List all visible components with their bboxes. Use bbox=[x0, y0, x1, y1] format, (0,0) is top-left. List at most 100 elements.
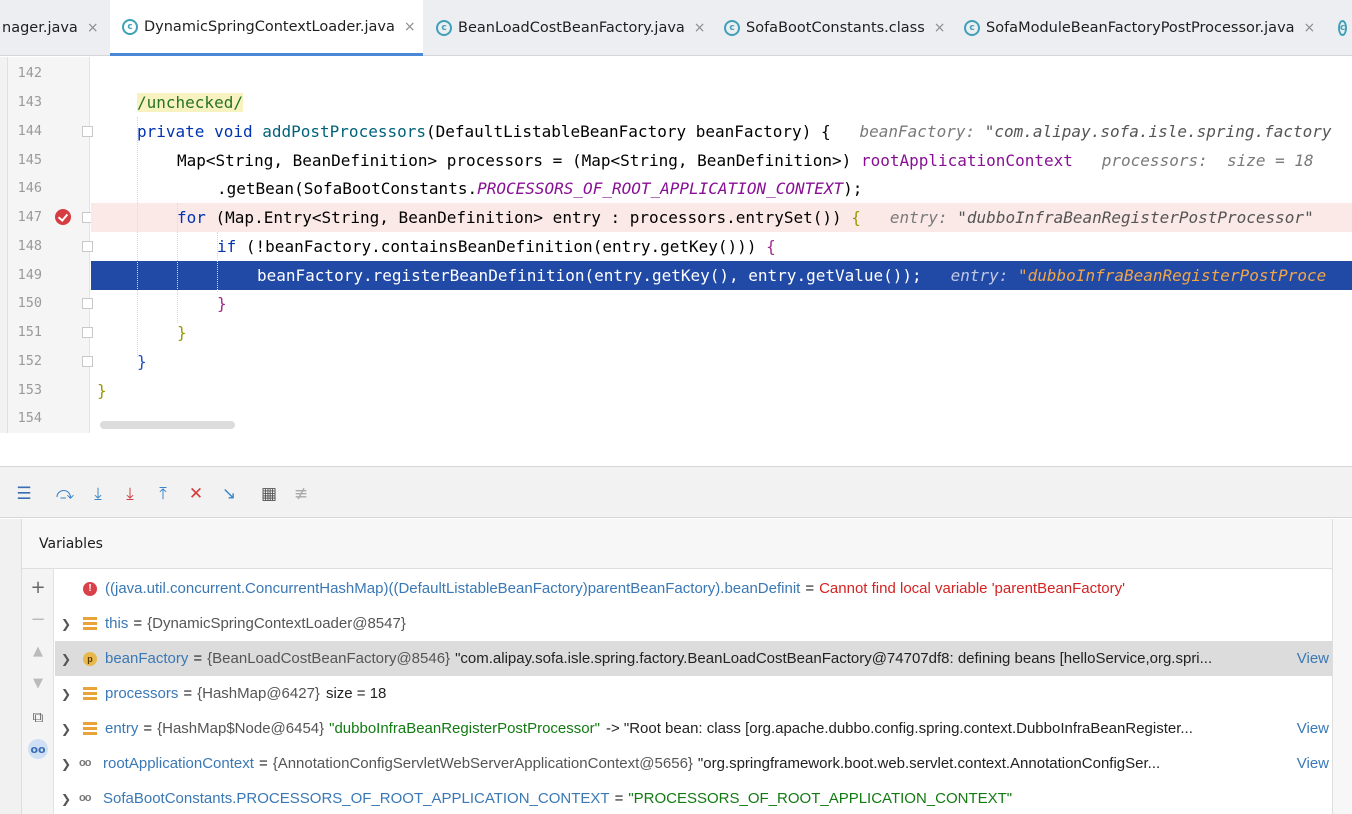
move-down-icon[interactable]: ▼ bbox=[28, 673, 48, 693]
drop-frame-icon[interactable]: ✕ bbox=[185, 483, 207, 505]
variable-type: {HashMap@6427} bbox=[197, 685, 320, 702]
code-editor[interactable]: 142 143 144 145 146 147 148 149 150 151 … bbox=[0, 57, 1352, 433]
chevron-right-icon[interactable]: ❯ bbox=[61, 617, 75, 631]
view-link[interactable]: View bbox=[1292, 755, 1329, 772]
trace-stream-icon[interactable]: ≢ bbox=[290, 483, 312, 505]
show-watches-icon[interactable]: oo bbox=[28, 739, 48, 759]
tab-label: SofaBootConstants.class bbox=[746, 20, 925, 36]
code-line[interactable]: Map<String, BeanDefinition> processors =… bbox=[91, 146, 1352, 175]
code-line[interactable]: } bbox=[91, 347, 1352, 376]
variables-side-toolbar: + − ▲ ▼ ⧉ oo bbox=[22, 569, 54, 814]
equals-sign: = bbox=[183, 685, 193, 702]
equals-sign: = bbox=[258, 755, 268, 772]
class-file-icon: c bbox=[436, 20, 452, 36]
show-execution-point-icon[interactable]: ☰ bbox=[13, 483, 35, 505]
close-icon[interactable]: × bbox=[694, 20, 706, 36]
line-number: 145 bbox=[17, 152, 42, 168]
chevron-right-icon[interactable]: ❯ bbox=[61, 792, 75, 806]
code-text: ( bbox=[426, 122, 436, 141]
line-number: 154 bbox=[17, 410, 42, 426]
variable-value: "org.springframework.boot.web.servlet.co… bbox=[697, 755, 1161, 772]
chevron-right-icon[interactable]: ❯ bbox=[61, 722, 75, 736]
keyword: if bbox=[217, 237, 246, 256]
code-text: Map<String, BeanDefinition> processors =… bbox=[177, 151, 861, 170]
inline-debug-value: "dubboInfraBeanRegisterPostProcessor" bbox=[957, 208, 1314, 227]
code-text: ); bbox=[843, 179, 863, 198]
variable-row-beanfactory[interactable]: ❯ p beanFactory = {BeanLoadCostBeanFacto… bbox=[55, 641, 1332, 676]
variable-string-value: "dubboInfraBeanRegisterPostProcessor" bbox=[329, 720, 600, 737]
line-number: 148 bbox=[17, 238, 42, 254]
tab-bean-load-cost-bean-factory[interactable]: c BeanLoadCostBeanFactory.java × bbox=[424, 0, 712, 56]
class-file-icon: c bbox=[964, 20, 980, 36]
class-file-icon: c bbox=[1338, 20, 1348, 36]
field-icon bbox=[83, 686, 97, 701]
chevron-right-icon[interactable]: ❯ bbox=[61, 757, 75, 771]
variable-row-processors[interactable]: ❯ processors = {HashMap@6427} size = 18 bbox=[55, 676, 1332, 711]
variable-row-error[interactable]: ! ((java.util.concurrent.ConcurrentHashM… bbox=[55, 571, 1332, 606]
code-text: } bbox=[137, 352, 147, 371]
force-step-into-icon[interactable]: ⤓ bbox=[119, 483, 141, 505]
variable-name: ((java.util.concurrent.ConcurrentHashMap… bbox=[105, 580, 801, 597]
watch-icon: oo bbox=[79, 756, 91, 769]
variable-row-sofa-boot-constants[interactable]: ❯ oo SofaBootConstants.PROCESSORS_OF_ROO… bbox=[55, 781, 1332, 814]
line-number: 146 bbox=[17, 180, 42, 196]
code-line[interactable]: private void addPostProcessors(DefaultLi… bbox=[91, 117, 1352, 146]
line-number: 142 bbox=[17, 65, 42, 81]
tab-overflow[interactable]: c bbox=[1330, 0, 1352, 56]
step-out-icon[interactable]: ⤒ bbox=[152, 483, 174, 505]
view-link[interactable]: View bbox=[1292, 650, 1329, 667]
horizontal-scrollbar[interactable] bbox=[100, 421, 235, 429]
variable-value: size = 18 bbox=[325, 685, 387, 702]
error-icon: ! bbox=[83, 581, 97, 596]
breakpoint-icon[interactable] bbox=[55, 209, 71, 225]
code-text: ) { bbox=[801, 122, 831, 141]
project-tool-strip bbox=[0, 57, 8, 433]
field-icon bbox=[83, 616, 97, 631]
variable-row-root-application-context[interactable]: ❯ oo rootApplicationContext = {Annotatio… bbox=[55, 746, 1332, 781]
chevron-right-icon[interactable]: ❯ bbox=[61, 652, 75, 666]
tab-sofa-boot-constants[interactable]: c SofaBootConstants.class × bbox=[712, 0, 952, 56]
variable-row-entry[interactable]: ❯ entry = {HashMap$Node@6454} "dubboInfr… bbox=[55, 711, 1332, 746]
execution-point-line[interactable]: beanFactory.registerBeanDefinition(entry… bbox=[91, 261, 1352, 290]
code-line[interactable]: } bbox=[91, 318, 1352, 347]
chevron-right-icon[interactable]: ❯ bbox=[61, 687, 75, 701]
code-line[interactable]: /unchecked/ bbox=[91, 88, 1352, 117]
breakpoint-code-line[interactable]: for (Map.Entry<String, BeanDefinition> e… bbox=[91, 203, 1352, 232]
close-icon[interactable]: × bbox=[934, 20, 946, 36]
code-line[interactable]: .getBean(SofaBootConstants.PROCESSORS_OF… bbox=[91, 174, 1352, 203]
tab-label: BeanLoadCostBeanFactory.java bbox=[458, 20, 685, 36]
line-number: 150 bbox=[17, 295, 42, 311]
variable-row-this[interactable]: ❯ this = {DynamicSpringContextLoader@854… bbox=[55, 606, 1332, 641]
tab-dynamic-spring-context-loader[interactable]: c DynamicSpringContextLoader.java × bbox=[110, 0, 423, 56]
step-into-icon[interactable]: ⤓ bbox=[87, 483, 109, 505]
equals-sign: = bbox=[614, 790, 624, 807]
tab-nager-java[interactable]: nager.java × bbox=[0, 0, 110, 56]
variable-type: {DynamicSpringContextLoader@8547} bbox=[147, 615, 406, 632]
variables-panel-header: Variables bbox=[22, 519, 1332, 569]
remove-watch-icon[interactable]: − bbox=[28, 609, 48, 630]
variable-name: beanFactory bbox=[105, 650, 189, 667]
class-file-icon: c bbox=[122, 18, 138, 35]
code-line[interactable]: } bbox=[91, 289, 1352, 318]
code-text: } bbox=[217, 294, 227, 313]
view-link[interactable]: View bbox=[1292, 720, 1329, 737]
add-watch-icon[interactable]: + bbox=[28, 577, 48, 598]
close-icon[interactable]: × bbox=[1304, 20, 1316, 36]
code-text: { bbox=[766, 237, 776, 256]
close-icon[interactable]: × bbox=[87, 20, 99, 36]
run-to-cursor-icon[interactable]: ↘ bbox=[218, 483, 240, 505]
move-up-icon[interactable]: ▲ bbox=[28, 641, 48, 661]
copy-icon[interactable]: ⧉ bbox=[28, 707, 48, 727]
close-icon[interactable]: × bbox=[404, 19, 416, 35]
line-number: 149 bbox=[17, 267, 42, 283]
field-icon bbox=[83, 721, 97, 736]
frames-panel-edge bbox=[0, 519, 22, 814]
step-over-icon[interactable]: ⤼ bbox=[54, 483, 76, 505]
tab-sofa-module-bean-factory-post-processor[interactable]: c SofaModuleBeanFactoryPostProcessor.java… bbox=[952, 0, 1332, 56]
code-text: .getBean(SofaBootConstants. bbox=[217, 179, 478, 198]
indent-guide bbox=[217, 232, 218, 292]
code-line[interactable]: } bbox=[91, 376, 1352, 405]
evaluate-expression-icon[interactable]: ▦ bbox=[258, 483, 280, 505]
method-name: addPostProcessors bbox=[262, 122, 426, 141]
code-line[interactable]: if (!beanFactory.containsBeanDefinition(… bbox=[91, 232, 1352, 261]
